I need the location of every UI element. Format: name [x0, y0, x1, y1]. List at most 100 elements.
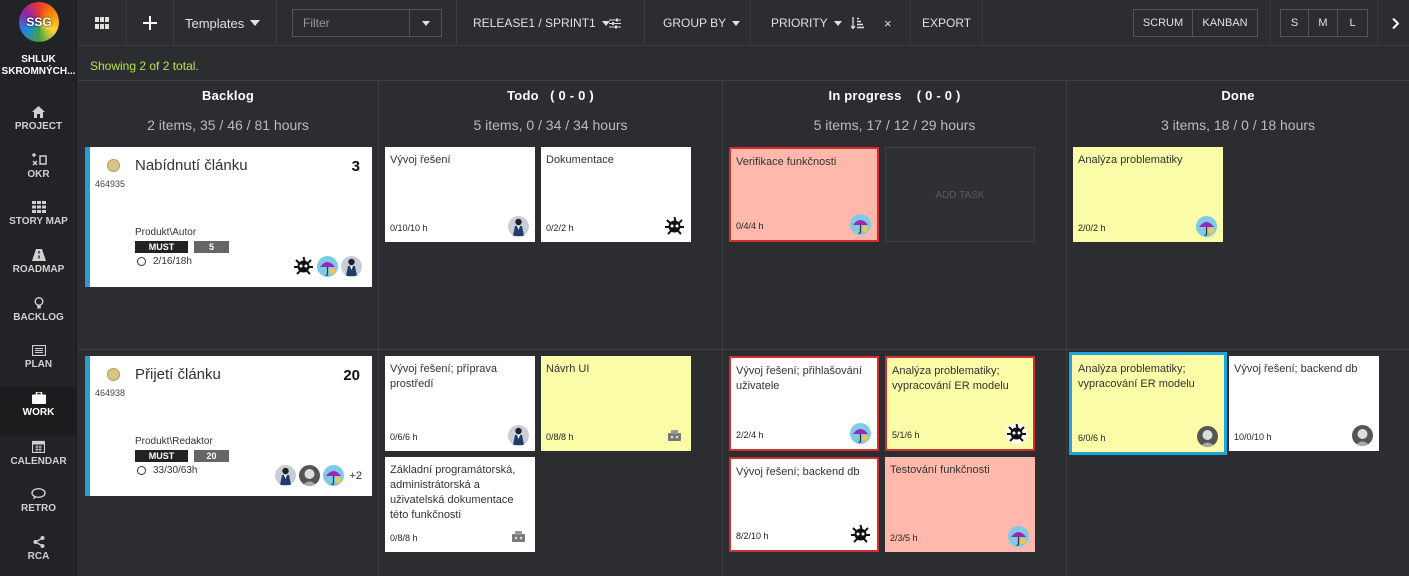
- group-by-dropdown[interactable]: GROUP BY: [663, 0, 741, 46]
- avatar-umbrella[interactable]: [323, 465, 345, 486]
- avatar-photo[interactable]: [299, 465, 321, 486]
- avatar-figure[interactable]: [508, 425, 529, 446]
- task-title: Vývoj řešení; příprava prostředí: [390, 363, 497, 390]
- sliders-icon: [609, 18, 621, 28]
- avatar-umbrella[interactable]: [1196, 216, 1217, 237]
- nav-backlog-label: BACKLOG: [13, 312, 64, 323]
- column-header-todo: Todo ( 0 - 0 ) 5 items, 0 / 34 / 34 hour…: [379, 80, 723, 140]
- priority-dropdown[interactable]: PRIORITY: [771, 0, 842, 46]
- task-card[interactable]: Vývoj řešení; backend db 8/2/10 h: [729, 457, 879, 552]
- group-by-label: GROUP BY: [663, 16, 727, 30]
- sprint-settings-button[interactable]: [609, 0, 621, 46]
- priority-badge: MUST: [135, 450, 188, 462]
- nav-rca[interactable]: RCA: [0, 536, 77, 576]
- nav-okr[interactable]: OKR: [0, 153, 77, 199]
- size-large-button[interactable]: L: [1338, 10, 1367, 36]
- scrum-button[interactable]: SCRUM: [1134, 10, 1193, 36]
- export-label: EXPORT: [922, 16, 972, 30]
- column-title: Done: [1221, 88, 1255, 103]
- avatar-spiky[interactable]: [850, 524, 871, 545]
- avatar-spiky[interactable]: [293, 256, 314, 277]
- avatar-photo[interactable]: [1352, 425, 1373, 446]
- task-hours: 2/0/2 h: [1078, 223, 1106, 233]
- avatar-figure[interactable]: [275, 465, 297, 486]
- avatar-figure[interactable]: [508, 216, 529, 237]
- priority-label: PRIORITY: [771, 16, 828, 30]
- expand-right-button[interactable]: [1392, 0, 1399, 46]
- task-card[interactable]: Vývoj řešení; přihlašování uživatele 2/2…: [729, 356, 879, 451]
- story-card[interactable]: Přijetí článku 20 464938 Produkt\Redakto…: [85, 356, 372, 496]
- story-time: 2/16/18h: [153, 256, 192, 267]
- avatar-robot[interactable]: [508, 526, 529, 547]
- nav-work[interactable]: WORK: [0, 387, 77, 435]
- nav-okr-label: OKR: [27, 169, 50, 180]
- avatar-umbrella[interactable]: [850, 423, 871, 444]
- task-title: Základní programátorská, administrátorsk…: [390, 464, 516, 521]
- avatar-umbrella[interactable]: [317, 256, 338, 277]
- kanban-button[interactable]: KANBAN: [1193, 10, 1257, 36]
- briefcase-icon: [31, 392, 46, 404]
- nav-plan[interactable]: PLAN: [0, 345, 77, 391]
- sort-icon: [851, 17, 864, 29]
- task-hours: 0/2/2 h: [546, 223, 574, 233]
- nav-retro[interactable]: RETRO: [0, 488, 77, 534]
- nav-retro-label: RETRO: [21, 503, 56, 514]
- export-button[interactable]: EXPORT: [922, 0, 971, 46]
- task-title: Testování funkčnosti: [890, 464, 990, 476]
- release-sprint-dropdown[interactable]: RELEASE1 / SPRINT1: [473, 0, 610, 46]
- add-task-button[interactable]: ADD TASK: [885, 147, 1035, 242]
- column-title: Todo ( 0 - 0 ): [507, 88, 594, 103]
- task-card[interactable]: Analýza problematiky; vypracování ER mod…: [885, 356, 1035, 451]
- chat-icon: [31, 488, 46, 500]
- task-card[interactable]: Dokumentace 0/2/2 h: [541, 147, 691, 242]
- nav-roadmap[interactable]: ROADMAP: [0, 249, 77, 295]
- avatar-photo[interactable]: [1197, 426, 1218, 447]
- clock-icon: [137, 257, 146, 266]
- task-card[interactable]: Vývoj řešení 0/10/10 h: [385, 147, 535, 242]
- task-card[interactable]: Návrh UI 0/8/8 h: [541, 356, 691, 451]
- avatar-umbrella[interactable]: [850, 214, 871, 235]
- task-card[interactable]: Vývoj řešení; backend db 10/0/10 h: [1229, 356, 1379, 451]
- task-title: Vývoj řešení; backend db: [736, 466, 860, 478]
- nav-roadmap-label: ROADMAP: [12, 264, 65, 275]
- task-card[interactable]: Testování funkčnosti 2/3/5 h: [885, 457, 1035, 552]
- column-summary: 5 items, 0 / 34 / 34 hours: [473, 117, 628, 133]
- task-hours: 0/6/6 h: [390, 432, 418, 442]
- avatar-figure[interactable]: [341, 256, 362, 277]
- more-assignees-count[interactable]: +2: [349, 470, 362, 482]
- task-hours: 0/8/8 h: [390, 533, 418, 543]
- avatar-spiky[interactable]: [1006, 423, 1027, 444]
- task-title: Verifikace funkčnosti: [736, 156, 837, 168]
- task-card-selected[interactable]: Analýza problematiky; vypracování ER mod…: [1069, 352, 1227, 455]
- column-summary: 3 items, 18 / 0 / 18 hours: [1160, 117, 1316, 133]
- nav-backlog[interactable]: BACKLOG: [0, 297, 77, 343]
- size-small-button[interactable]: S: [1281, 10, 1309, 36]
- story-status-dot: [107, 368, 120, 381]
- task-card[interactable]: Verifikace funkčnosti 0/4/4 h: [729, 147, 879, 242]
- filter-dropdown-button[interactable]: [409, 9, 442, 37]
- story-assignees: [293, 256, 362, 277]
- avatar-umbrella[interactable]: [1008, 526, 1029, 547]
- chevron-down-icon: [421, 20, 430, 26]
- clear-priority-button[interactable]: ×: [884, 0, 892, 46]
- avatar-spiky[interactable]: [664, 216, 685, 237]
- size-medium-button[interactable]: M: [1309, 10, 1338, 36]
- add-button[interactable]: [143, 0, 157, 46]
- avatar-robot[interactable]: [664, 425, 685, 446]
- task-card[interactable]: Základní programátorská, administrátorsk…: [385, 457, 535, 552]
- nav-project[interactable]: PROJECT: [0, 106, 77, 152]
- team-logo[interactable]: SSG: [19, 2, 59, 42]
- board-view-button[interactable]: [95, 0, 109, 46]
- task-card[interactable]: Analýza problematiky 2/0/2 h: [1073, 147, 1223, 242]
- sort-order-button[interactable]: [851, 0, 864, 46]
- column-summary: 2 items, 35 / 46 / 81 hours: [147, 117, 309, 133]
- nav-story-map[interactable]: STORY MAP: [0, 201, 77, 247]
- column-title: Backlog: [202, 88, 254, 103]
- nav-calendar[interactable]: CALENDAR: [0, 440, 77, 486]
- templates-dropdown[interactable]: Templates: [185, 0, 261, 46]
- column-title: In progress ( 0 - 0 ): [828, 88, 961, 103]
- task-card[interactable]: Vývoj řešení; příprava prostředí 0/6/6 h: [385, 356, 535, 451]
- team-name[interactable]: SHLUK SKROMNÝCH...: [0, 54, 77, 78]
- story-card[interactable]: Nabídnutí článku 3 464935 Produkt\Autor …: [85, 147, 372, 287]
- share-icon: [33, 536, 44, 548]
